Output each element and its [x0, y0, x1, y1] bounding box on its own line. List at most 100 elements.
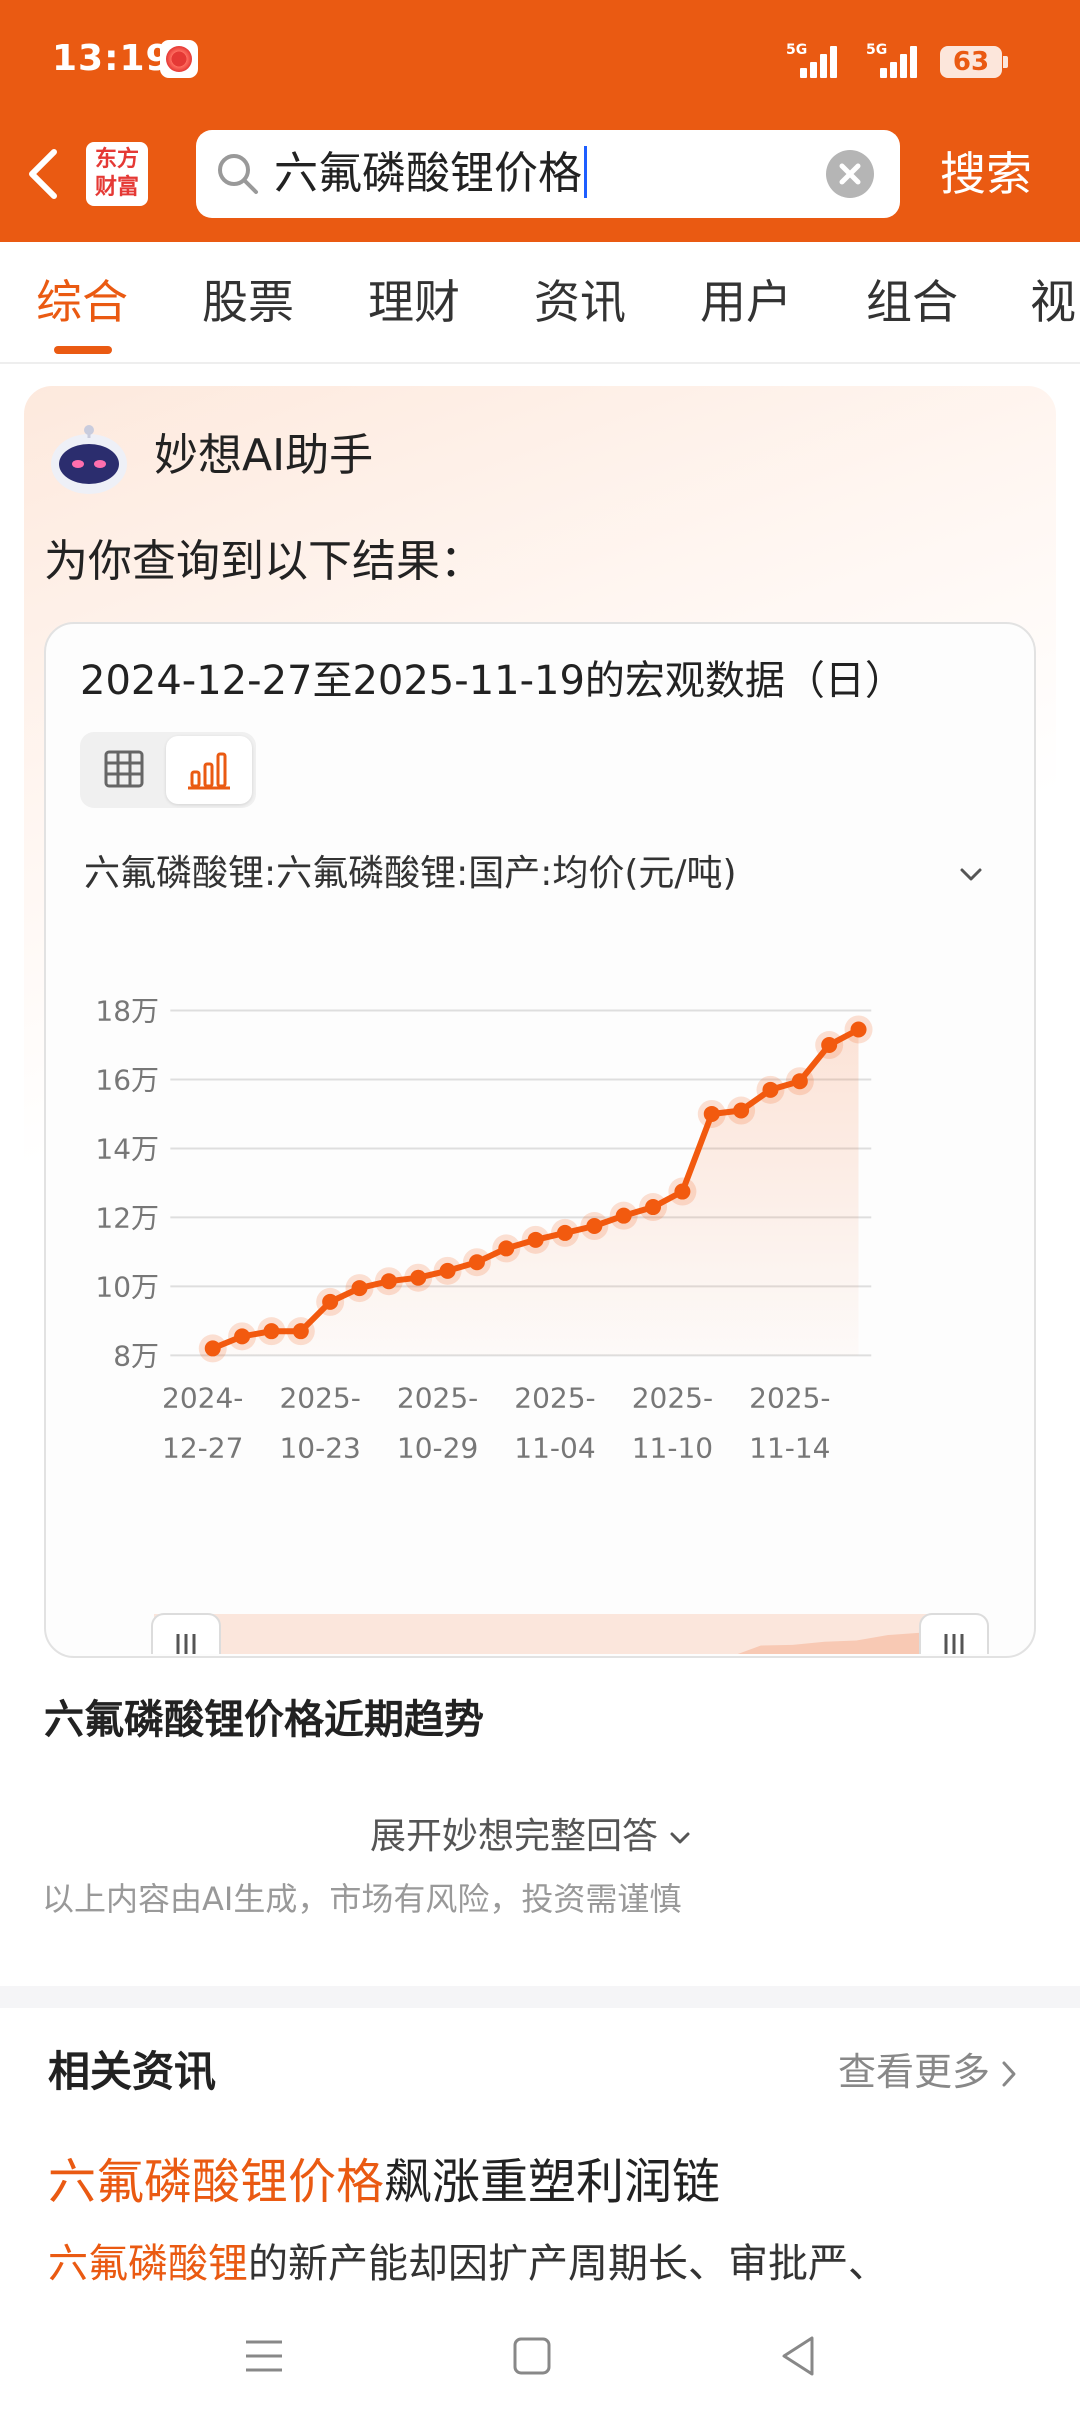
top-bar: 13:19 5G 5G 63 东方 财富 六氟磷酸锂价格 搜索 [0, 0, 1080, 242]
data-point[interactable] [234, 1328, 251, 1345]
tab-wealth[interactable]: 理财 [368, 272, 460, 332]
y-tick-label: 8万 [113, 1339, 159, 1372]
news-title-rest: 飙涨重塑利润链 [384, 2154, 721, 2210]
back-button[interactable] [22, 146, 62, 202]
search-input[interactable]: 六氟磷酸锂价格 [274, 146, 587, 202]
signal-icon: 5G [786, 42, 846, 78]
news-body-highlight: 六氟磷酸锂 [48, 2241, 248, 2287]
system-navigation-bar [0, 2300, 1080, 2412]
zoom-handle-right[interactable] [919, 1613, 989, 1654]
home-icon[interactable] [506, 2330, 558, 2382]
y-tick-label: 16万 [95, 1063, 159, 1096]
data-point[interactable] [292, 1323, 309, 1340]
close-icon [839, 163, 861, 185]
chevron-down-icon [670, 1832, 690, 1844]
search-bar[interactable]: 六氟磷酸锂价格 [196, 130, 900, 218]
table-icon [104, 750, 144, 788]
search-button[interactable]: 搜索 [940, 140, 1032, 208]
x-tick-label: 11-14 [749, 1431, 830, 1464]
tab-users[interactable]: 用户 [700, 272, 792, 332]
data-point[interactable] [586, 1218, 603, 1235]
series-selector[interactable]: 六氟磷酸锂:六氟磷酸锂:国产:均价(元/吨) [84, 846, 1000, 906]
data-point[interactable] [762, 1081, 779, 1098]
tab-stocks[interactable]: 股票 [202, 272, 294, 332]
tab-news[interactable]: 资讯 [534, 272, 626, 332]
data-point[interactable] [322, 1293, 339, 1310]
status-time: 13:19 [52, 38, 172, 79]
chevron-down-icon [960, 868, 982, 881]
news-title-highlight: 六氟磷酸锂价格 [48, 2154, 385, 2210]
assistant-intro: 为你查询到以下结果： [44, 536, 484, 587]
menu-icon[interactable] [238, 2330, 290, 2382]
x-tick-label: 12-27 [162, 1431, 243, 1464]
signal-label-2: 5G [866, 42, 888, 58]
see-more-link[interactable]: 查看更多 [838, 2044, 1020, 2100]
data-point[interactable] [204, 1340, 221, 1357]
section-divider [0, 1986, 1080, 2008]
data-point[interactable] [791, 1073, 808, 1090]
battery-icon: 63 [940, 46, 1008, 78]
data-point[interactable] [615, 1207, 632, 1224]
data-point[interactable] [380, 1273, 397, 1290]
x-tick-label: 11-10 [632, 1431, 713, 1464]
news-item-title[interactable]: 六氟磷酸锂价格飙涨重塑利润链 [48, 2150, 720, 2214]
data-point[interactable] [527, 1231, 544, 1248]
tab-portfolios[interactable]: 组合 [866, 272, 958, 332]
data-point[interactable] [703, 1105, 720, 1122]
signal-label-1: 5G [786, 42, 808, 58]
status-bar: 13:19 5G 5G 63 [0, 0, 1080, 120]
data-point[interactable] [410, 1269, 427, 1286]
assistant-name: 妙想AI助手 [154, 430, 374, 481]
ai-disclaimer: 以上内容由AI生成，市场有风险，投资需谨慎 [42, 1880, 682, 1918]
y-tick-label: 18万 [95, 995, 159, 1028]
related-news-title: 相关资讯 [48, 2047, 217, 2096]
macro-data-chart-card: 2024-12-27至2025-11-19的宏观数据（日） 六氟磷酸锂:六氟磷酸… [44, 622, 1036, 1658]
data-point[interactable] [468, 1254, 485, 1271]
chevron-left-icon [29, 149, 57, 199]
x-tick-label: 10-29 [397, 1431, 478, 1464]
x-tick-label: 2024- [162, 1381, 243, 1414]
app-logo[interactable]: 东方 财富 [86, 142, 148, 206]
x-tick-label: 2025- [632, 1381, 713, 1414]
data-point[interactable] [733, 1102, 750, 1119]
zoom-handle-left[interactable] [151, 1613, 221, 1654]
series-selector-label: 六氟磷酸锂:六氟磷酸锂:国产:均价(元/吨) [84, 853, 737, 894]
series-area [212, 1029, 859, 1356]
see-more-label: 查看更多 [838, 2050, 991, 2094]
data-point[interactable] [821, 1037, 838, 1054]
news-item-snippet[interactable]: 六氟磷酸锂的新产能却因扩产周期长、审批严、 [48, 2236, 888, 2292]
table-view-button[interactable] [80, 732, 166, 808]
logo-text-2: 财富 [94, 175, 139, 200]
battery-level: 63 [952, 47, 990, 77]
back-nav-icon[interactable] [774, 2330, 826, 2382]
logo-text-1: 东方 [94, 147, 139, 172]
x-tick-label: 2025- [514, 1381, 595, 1414]
x-tick-label: 2025- [279, 1381, 360, 1414]
data-point[interactable] [263, 1323, 280, 1340]
price-line-chart: 8万 10万 12万 14万 16万 18万 2024- 12-27 2025- 10-23 202… [95, 995, 989, 1654]
data-point[interactable] [850, 1021, 867, 1038]
y-tick-label: 10万 [95, 1270, 159, 1303]
x-tick-label: 2025- [397, 1381, 478, 1414]
clear-search-button[interactable] [826, 150, 874, 198]
zoom-slider[interactable] [154, 1614, 946, 1654]
expand-answer-button[interactable]: 展开妙想完整回答 [370, 1812, 692, 1862]
tab-video[interactable]: 视 [1030, 272, 1076, 332]
chevron-right-icon [1002, 2061, 1016, 2087]
data-point[interactable] [645, 1199, 662, 1216]
x-tick-label: 2025- [749, 1381, 830, 1414]
tab-comprehensive[interactable]: 综合 [36, 272, 128, 332]
data-point[interactable] [674, 1183, 691, 1200]
y-tick-label: 12万 [95, 1201, 159, 1234]
chart-view-button[interactable] [166, 736, 252, 804]
expand-answer-label: 展开妙想完整回答 [370, 1816, 659, 1857]
app-notification-icon [160, 40, 198, 78]
data-point[interactable] [498, 1240, 515, 1257]
trend-section-title: 六氟磷酸锂价格近期趋势 [44, 1697, 484, 1743]
data-point[interactable] [556, 1224, 573, 1241]
data-point[interactable] [439, 1262, 456, 1279]
data-point[interactable] [351, 1280, 368, 1297]
x-tick-label: 11-04 [514, 1431, 595, 1464]
robot-avatar-icon [51, 425, 127, 494]
chart-heading: 2024-12-27至2025-11-19的宏观数据（日） [80, 658, 905, 704]
